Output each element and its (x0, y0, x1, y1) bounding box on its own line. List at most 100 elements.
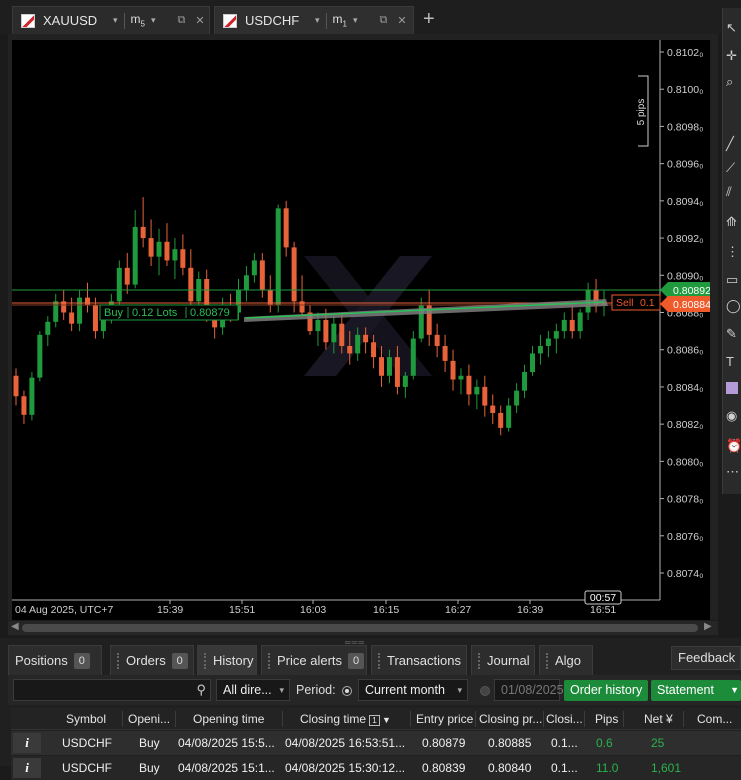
price-tick-label: 0.8074₀ (667, 568, 703, 580)
popout-icon[interactable]: ⧉ (380, 14, 388, 27)
pips-scale-label: 5 pips (636, 99, 647, 126)
period-radio-custom[interactable] (480, 686, 490, 696)
fibonacci-icon[interactable]: ⋮ (726, 244, 741, 260)
add-tab-icon[interactable]: + (423, 8, 435, 31)
scroll-left-icon[interactable]: ◀ (11, 621, 19, 632)
price-tick-label: 0.8098₀ (667, 121, 703, 133)
feedback-button[interactable]: Feedback (671, 646, 741, 670)
buy-side-label: Buy (104, 307, 123, 319)
chevron-down-icon: ▾ (279, 685, 284, 695)
close-icon[interactable]: ✕ (195, 14, 204, 27)
time-tick-label: 15:39 (157, 604, 183, 616)
price-axis: 0.8102₀ 0.8100₀ 0.8098₀ 0.8096₀ 0.8094₀ 0.809… (660, 47, 703, 580)
ellipse-icon[interactable]: ◯ (726, 298, 741, 314)
tab-orders[interactable]: Orders 0 (110, 645, 194, 675)
rectangle-icon[interactable]: ▭ (726, 272, 741, 288)
color-swatch-icon[interactable] (726, 382, 738, 394)
sell-price-tag: 0.80884 (660, 296, 710, 312)
text-icon[interactable]: T (726, 354, 741, 370)
statement-button[interactable]: Statement ▼ (651, 680, 741, 701)
closing-time-header[interactable]: Closing time 1 ▼ (300, 712, 391, 726)
info-icon[interactable]: i (13, 758, 41, 778)
history-filter-bar: ⚲ All dire... ▾ Period: Current month ▾ 01… (8, 675, 741, 705)
period-radio-current[interactable] (342, 686, 352, 696)
tab-journal[interactable]: Journal (471, 645, 535, 675)
time-tick-label: 16:03 (300, 604, 326, 616)
tab-symbol: USDCHF (245, 13, 300, 28)
count-badge: 0 (171, 652, 188, 669)
chevron-down-icon[interactable]: ▾ (113, 15, 118, 26)
svg-text:0.80892: 0.80892 (673, 285, 710, 297)
timeframe-label[interactable]: m1 (333, 12, 347, 28)
price-tick-label: 0.8082₀ (667, 419, 703, 431)
bar-countdown: 00:57 (584, 590, 622, 605)
period-label: Period: (296, 683, 336, 697)
history-table: Symbol Openi... Opening time Closing tim… (11, 708, 741, 780)
direction-select[interactable]: All dire... ▾ (216, 679, 290, 701)
time-tick-label: 16:15 (373, 604, 399, 616)
brush-icon[interactable]: ✎ (726, 326, 741, 342)
table-row[interactable]: i USDCHF Buy 04/08/2025 15:1... 04/08/20… (11, 756, 741, 780)
trade-watch-panel: ═══ Positions 0 Orders 0 History Price ale… (0, 638, 741, 780)
tab-usdchf[interactable]: USDCHF ▾ m1 ▾ ⧉ ✕ (214, 6, 414, 34)
chart-horizontal-scrollbar[interactable]: ◀ ▶ (8, 621, 718, 635)
sell-lots-label: 0.1 (640, 297, 655, 309)
tab-algo[interactable]: Algo (539, 645, 593, 675)
alarm-icon[interactable]: ⏰ (726, 438, 741, 454)
chevron-down-icon[interactable]: ▾ (315, 15, 320, 26)
crosshair-icon[interactable]: ✛ (726, 48, 741, 64)
chevron-down-icon: ▾ (457, 685, 462, 695)
tab-price-alerts[interactable]: Price alerts 0 (261, 645, 367, 675)
svg-text:0.80884: 0.80884 (673, 299, 710, 311)
buy-price-label: 0.80879 (190, 307, 230, 319)
tab-transactions[interactable]: Transactions (371, 645, 467, 675)
search-icon: ⚲ (196, 682, 206, 697)
info-icon[interactable]: i (13, 733, 41, 753)
sort-order-badge: 1 (369, 715, 381, 726)
period-select[interactable]: Current month ▾ (358, 679, 468, 701)
price-tick-label: 0.8092₀ (667, 233, 703, 245)
tab-xauusd[interactable]: XAUUSD ▾ m5 ▾ ⧉ ✕ (12, 6, 210, 34)
count-badge: 0 (348, 652, 365, 669)
camera-icon[interactable]: ◉ (726, 408, 741, 424)
date-from-input[interactable]: 01/08/2025 (494, 679, 564, 701)
timeframe-label[interactable]: m5 (131, 12, 145, 28)
price-tick-label: 0.8102₀ (667, 47, 703, 59)
time-tick-label: 04 Aug 2025, UTC+7 (15, 604, 114, 616)
close-icon[interactable]: ✕ (397, 14, 406, 27)
channel-icon[interactable]: ⫽ (726, 184, 741, 200)
zoom-icon[interactable]: ⌕ (726, 74, 741, 90)
table-row[interactable]: i USDCHF Buy 04/08/2025 15:5... 04/08/20… (11, 731, 741, 755)
order-history-button[interactable]: Order history (564, 680, 648, 701)
tab-history[interactable]: History (197, 645, 257, 675)
time-tick-label: 16:51 (590, 604, 616, 616)
drawing-toolbar: ↖ ✛ ⌕ ╱ ⟋ ⫽ ⟰ ⋮ ▭ ◯ ✎ T ◉ ⏰ ⋯ (722, 8, 741, 494)
scroll-thumb[interactable] (22, 624, 698, 632)
price-tick-label: 0.8086₀ (667, 345, 703, 357)
sort-desc-icon: ▼ (382, 715, 391, 725)
time-tick-label: 16:27 (445, 604, 471, 616)
ray-icon[interactable]: ⟋ (726, 160, 741, 176)
tab-positions[interactable]: Positions 0 (8, 645, 102, 675)
flag-icon (223, 13, 237, 28)
flag-icon (21, 13, 35, 28)
trendline-icon[interactable]: ╱ (726, 136, 741, 152)
pitchfork-icon[interactable]: ⟰ (726, 214, 741, 230)
price-chart[interactable]: 0.8102₀ 0.8100₀ 0.8098₀ 0.8096₀ 0.8094₀ 0.809… (12, 40, 710, 620)
price-tick-label: 0.8084₀ (667, 382, 703, 394)
chevron-down-icon[interactable]: ▾ (151, 15, 156, 26)
chevron-down-icon[interactable]: ▾ (353, 15, 358, 26)
price-tick-label: 0.8096₀ (667, 159, 703, 171)
sell-entry-label[interactable]: Sell 0.1 (611, 294, 661, 311)
ask-price-tag: 0.80892 (660, 282, 710, 298)
scroll-right-icon[interactable]: ▶ (704, 621, 712, 632)
more-icon[interactable]: ⋯ (726, 464, 741, 480)
tab-symbol: XAUUSD (43, 13, 98, 28)
candle (37, 331, 43, 382)
popout-icon[interactable]: ⧉ (178, 14, 186, 27)
search-input[interactable]: ⚲ (13, 679, 211, 701)
resize-grip-icon[interactable]: ═══ (345, 638, 375, 647)
cursor-icon[interactable]: ↖ (726, 20, 741, 36)
buy-entry-label[interactable]: Buy 0.12 Lots 0.80879 (99, 304, 239, 321)
time-tick-label: 15:51 (229, 604, 255, 616)
